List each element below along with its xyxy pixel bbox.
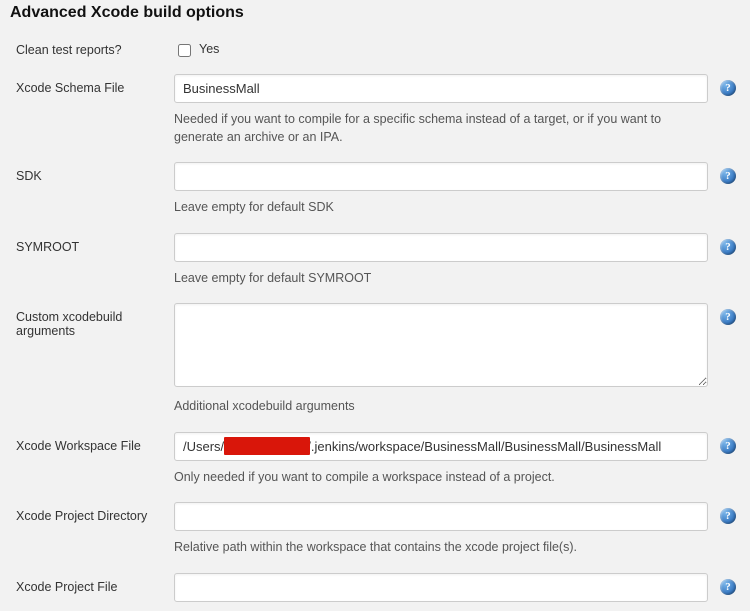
row-project-file: Xcode Project File ? — [16, 573, 740, 602]
label-sdk: SDK — [16, 162, 174, 183]
symroot-input[interactable] — [174, 233, 708, 262]
custom-args-textarea[interactable] — [174, 303, 708, 387]
project-dir-input[interactable] — [174, 502, 708, 531]
row-sdk: SDK ? — [16, 162, 740, 191]
schema-input[interactable] — [174, 74, 708, 103]
row-clean-reports: Clean test reports? Yes — [16, 36, 740, 72]
workspace-input[interactable] — [174, 432, 708, 461]
project-file-input[interactable] — [174, 573, 708, 602]
hint-workspace: Only needed if you want to compile a wor… — [174, 469, 708, 487]
label-custom-args: Custom xcodebuild arguments — [16, 303, 174, 338]
hint-project-dir: Relative path within the workspace that … — [174, 539, 708, 557]
row-project-dir: Xcode Project Directory ? — [16, 502, 740, 531]
page-title: Advanced Xcode build options — [10, 4, 740, 22]
help-icon[interactable]: ? — [720, 168, 736, 184]
clean-reports-yes-label: Yes — [199, 42, 219, 56]
hint-symroot: Leave empty for default SYMROOT — [174, 270, 708, 288]
help-icon[interactable]: ? — [720, 309, 736, 325]
label-symroot: SYMROOT — [16, 233, 174, 254]
label-project-file: Xcode Project File — [16, 573, 174, 594]
help-icon[interactable]: ? — [720, 438, 736, 454]
sdk-input[interactable] — [174, 162, 708, 191]
label-schema: Xcode Schema File — [16, 74, 174, 95]
row-workspace: Xcode Workspace File ? — [16, 432, 740, 461]
row-custom-args: Custom xcodebuild arguments ? — [16, 303, 740, 390]
xcode-options-form: Clean test reports? Yes Xcode Schema Fil… — [10, 36, 740, 611]
label-clean-reports: Clean test reports? — [16, 36, 174, 57]
hint-schema: Needed if you want to compile for a spec… — [174, 111, 708, 146]
help-icon[interactable]: ? — [720, 579, 736, 595]
clean-reports-checkbox[interactable] — [178, 44, 191, 57]
hint-custom-args: Additional xcodebuild arguments — [174, 398, 708, 416]
help-icon[interactable]: ? — [720, 239, 736, 255]
help-icon[interactable]: ? — [720, 80, 736, 96]
label-workspace: Xcode Workspace File — [16, 432, 174, 453]
row-symroot: SYMROOT ? — [16, 233, 740, 262]
label-project-dir: Xcode Project Directory — [16, 502, 174, 523]
hint-sdk: Leave empty for default SDK — [174, 199, 708, 217]
row-schema: Xcode Schema File ? — [16, 74, 740, 103]
help-icon[interactable]: ? — [720, 508, 736, 524]
